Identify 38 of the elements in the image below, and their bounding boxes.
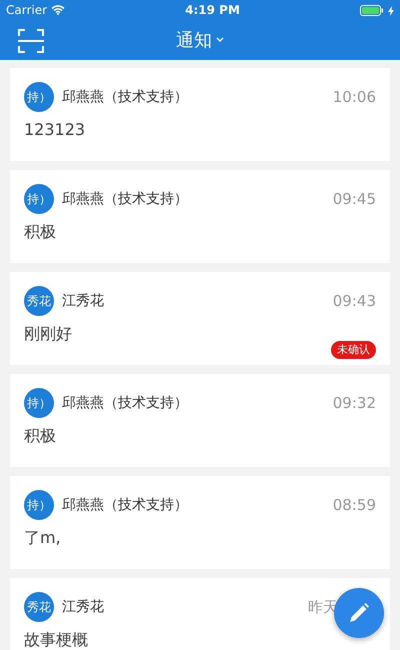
- message-time: 10:06: [332, 86, 376, 108]
- avatar: 秀花: [24, 286, 54, 316]
- scan-icon: [18, 28, 44, 53]
- message-card[interactable]: 持） 邱燕燕（技术支持） 10:06 123123: [10, 68, 390, 161]
- avatar: 秀花: [24, 592, 54, 622]
- status-time: 4:19 PM: [185, 2, 240, 19]
- message-text: 刚刚好: [24, 323, 73, 345]
- sender-name: 江秀花: [62, 598, 105, 616]
- message-time: 09:32: [332, 392, 376, 414]
- avatar: 持）: [24, 490, 54, 520]
- message-text: 123123: [24, 119, 86, 141]
- carrier-label: Carrier: [6, 2, 48, 19]
- message-text: 积极: [24, 221, 57, 243]
- sender-name: 邱燕燕（技术支持）: [62, 190, 189, 208]
- unconfirmed-badge: 未确认: [331, 340, 376, 359]
- sender-name: 邱燕燕（技术支持）: [62, 88, 189, 106]
- message-card[interactable]: 秀花 江秀花 09:43 刚刚好 未确认: [10, 272, 390, 365]
- battery-icon: [360, 4, 384, 16]
- message-time: 08:59: [332, 494, 376, 516]
- message-text: 积极: [24, 425, 57, 447]
- message-card[interactable]: 持） 邱燕燕（技术支持） 09:45 积极: [10, 170, 390, 263]
- scan-button[interactable]: [18, 28, 44, 52]
- sender-name: 邱燕燕（技术支持）: [62, 394, 189, 412]
- caret-icon[interactable]: [216, 37, 224, 43]
- wifi-icon: [51, 5, 66, 15]
- message-text: 了m,: [24, 527, 62, 549]
- avatar: 持）: [24, 184, 54, 214]
- message-card[interactable]: 持） 邱燕燕（技术支持） 08:59 了m,: [10, 476, 390, 569]
- message-time: 09:43: [332, 290, 376, 312]
- message-text: 故事梗概: [24, 629, 89, 650]
- page-title[interactable]: 通知: [176, 26, 212, 54]
- sender-name: 邱燕燕（技术支持）: [62, 496, 189, 514]
- message-card[interactable]: 持） 邱燕燕（技术支持） 09:32 积极: [10, 374, 390, 467]
- sender-name: 江秀花: [62, 292, 105, 310]
- avatar: 持）: [24, 388, 54, 418]
- pencil-icon: [348, 602, 370, 624]
- message-time: 09:45: [332, 188, 376, 210]
- avatar: 持）: [24, 82, 54, 112]
